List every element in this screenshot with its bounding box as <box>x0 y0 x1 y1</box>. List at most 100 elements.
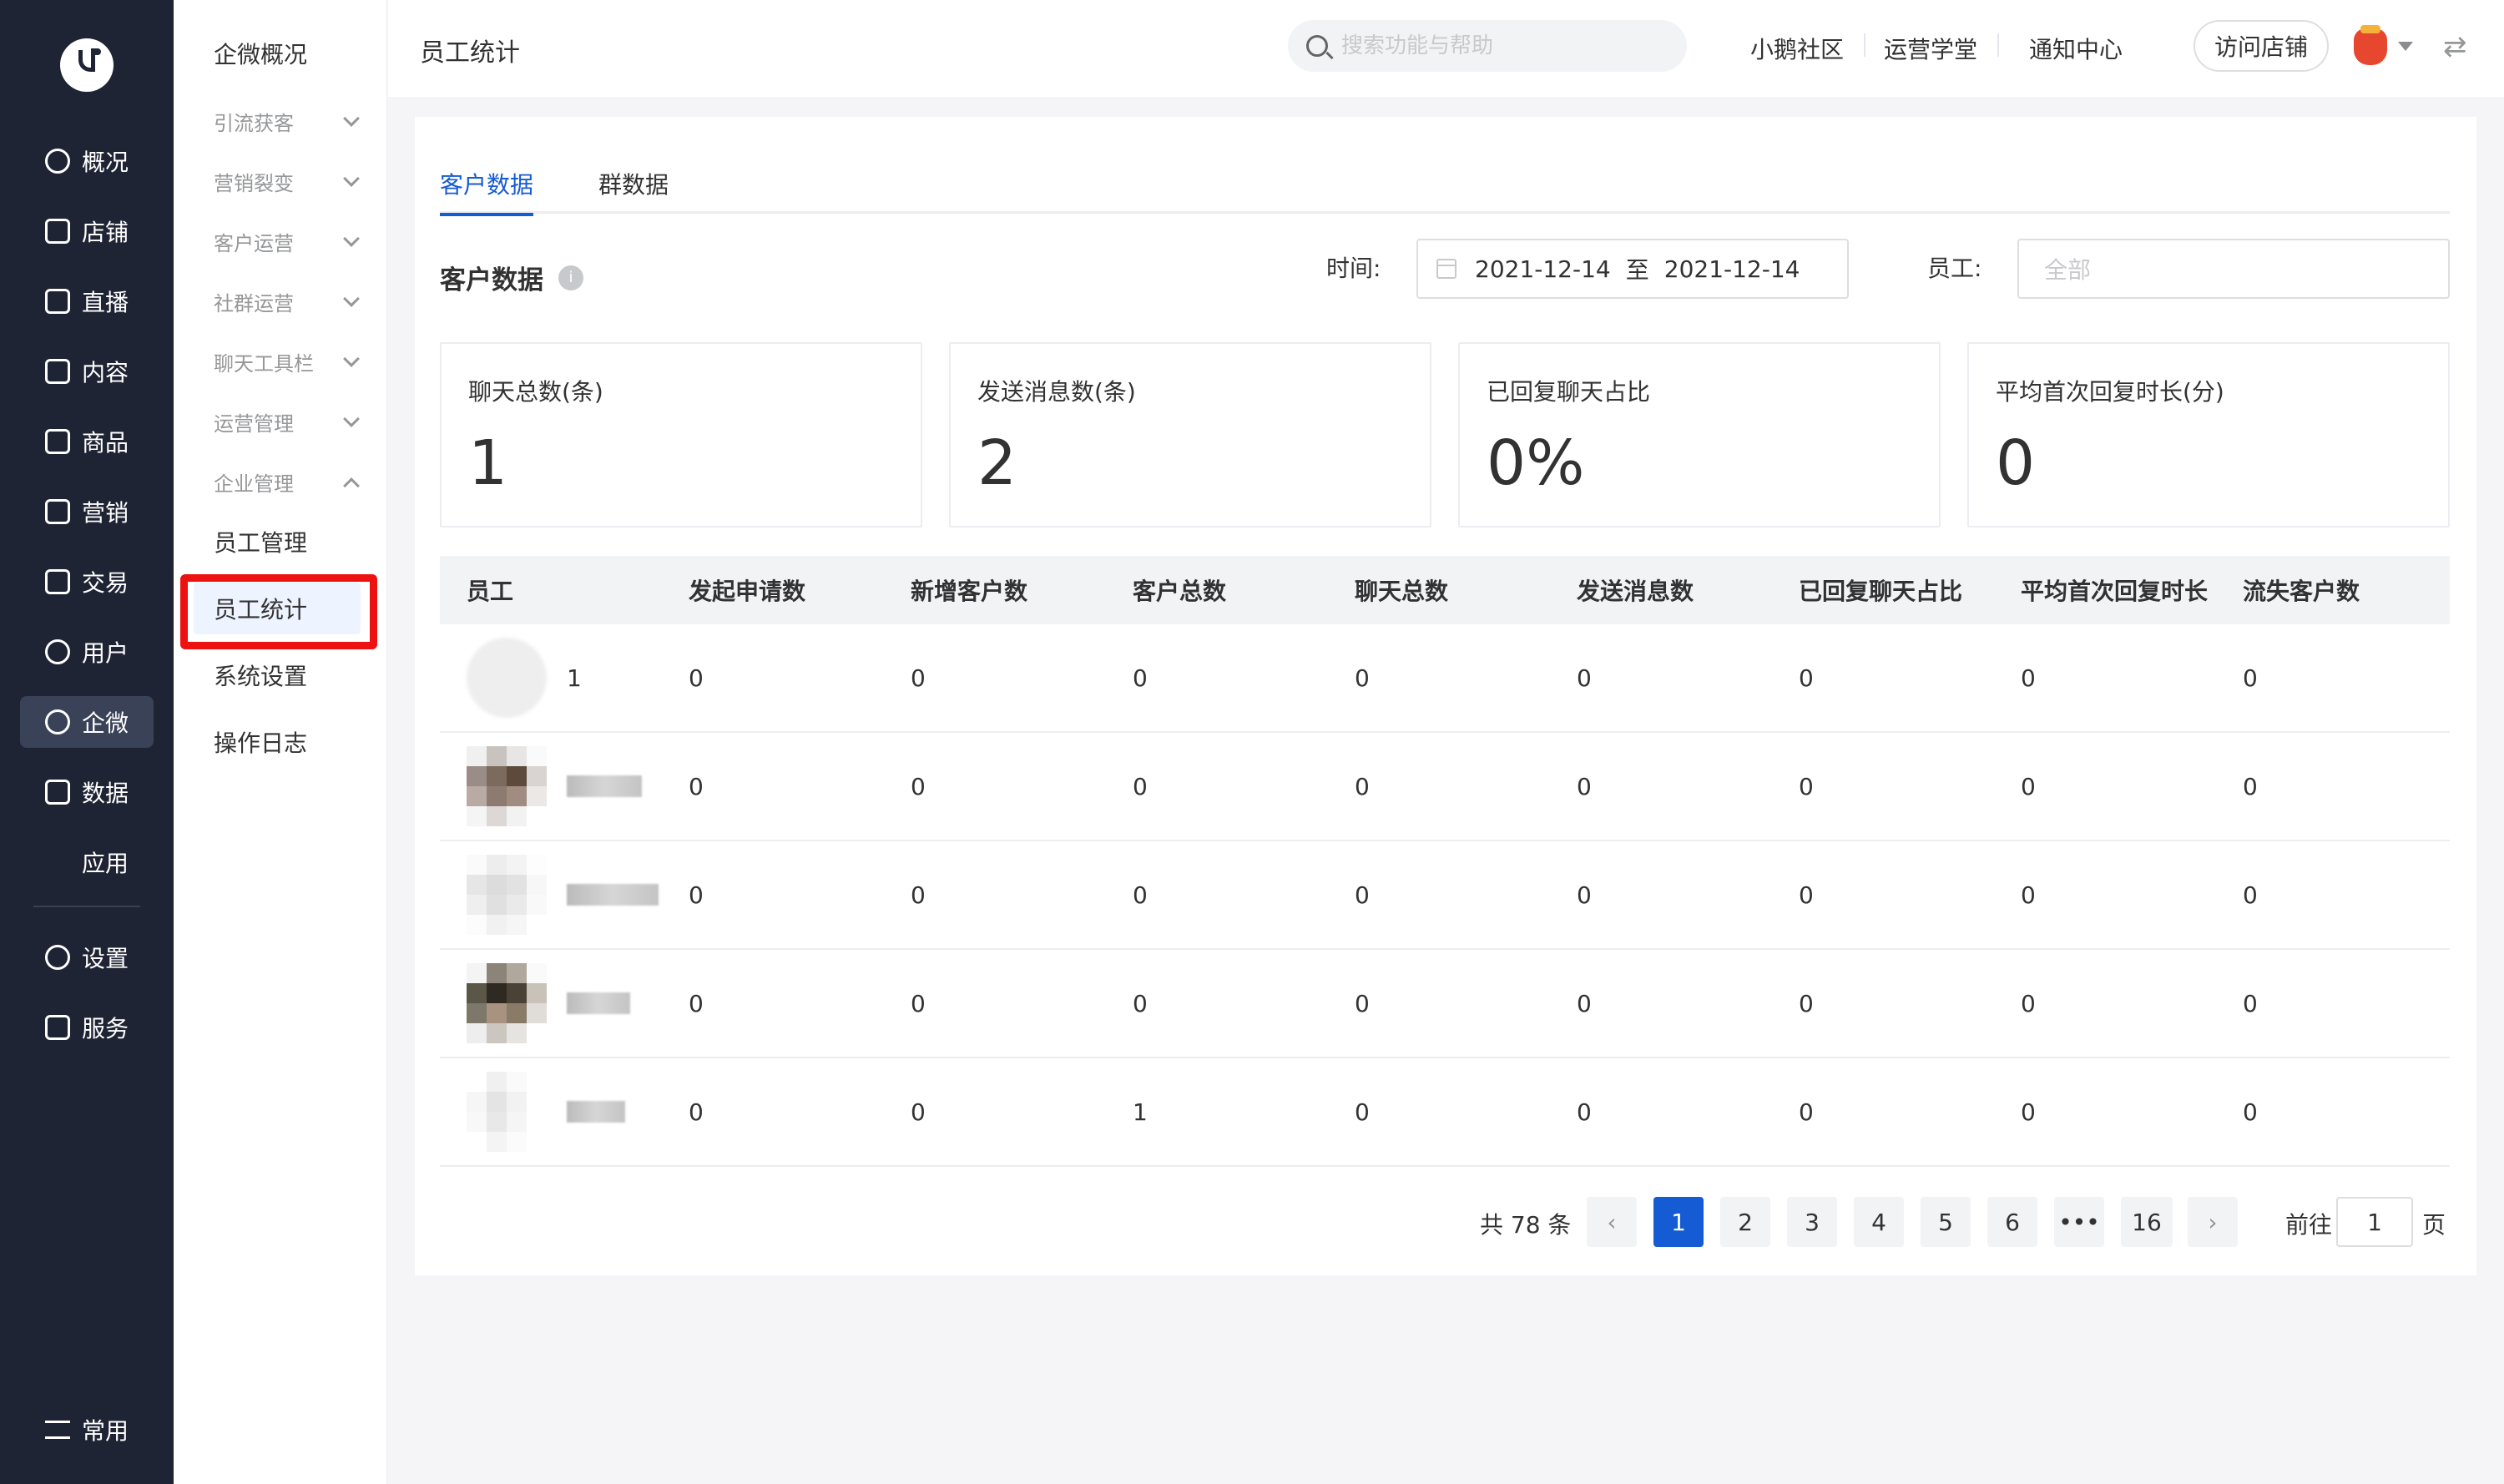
rail-item-store[interactable]: 店铺 <box>20 205 154 257</box>
tab-customer-data[interactable]: 客户数据 <box>440 167 534 216</box>
rail-item-label: 设置 <box>82 945 129 972</box>
stat-label: 平均首次回复时长(分) <box>1996 378 2224 406</box>
rail-item-label: 店铺 <box>82 219 129 246</box>
rail-item-wecom[interactable]: 企微 <box>20 696 154 748</box>
next-page-button[interactable]: › <box>2188 1197 2238 1247</box>
column-header: 客户总数 <box>1133 578 1227 605</box>
total-count: 共 78 条 <box>1480 1211 1572 1239</box>
table-cell: 0 <box>911 772 926 800</box>
rail-item-settings[interactable]: 设置 <box>20 931 154 983</box>
submenu-group-label: 营销裂变 <box>214 172 294 195</box>
header-divider <box>1864 33 1865 57</box>
table-cell: 0 <box>1577 881 1592 909</box>
stat-value: 1 <box>468 427 508 499</box>
store-icon <box>45 219 70 244</box>
rail-item-label: 常用 <box>82 1417 129 1445</box>
table-cell: 0 <box>1799 664 1814 692</box>
goto-page-input[interactable] <box>2336 1197 2413 1247</box>
rail-item-label: 内容 <box>82 359 129 386</box>
search-input[interactable] <box>1341 33 1642 58</box>
submenu-overview[interactable]: 企微概况 <box>214 37 307 70</box>
caret-down-icon[interactable] <box>2398 42 2413 51</box>
link-notifications[interactable]: 通知中心 <box>2029 32 2123 65</box>
submenu-group-operations[interactable]: 运营管理 <box>214 407 364 437</box>
calendar-icon <box>1436 259 1456 279</box>
submenu-group-chat-toolbar[interactable]: 聊天工具栏 <box>214 347 364 376</box>
stat-card-reply-ratio: 已回复聊天占比 0% <box>1458 342 1941 527</box>
table-cell: 0 <box>1577 772 1592 800</box>
page-button[interactable]: 6 <box>1987 1197 2037 1247</box>
visit-store-button[interactable]: 访问店铺 <box>2194 20 2329 72</box>
table-cell: 0 <box>689 989 704 1017</box>
submenu-group-fission[interactable]: 营销裂变 <box>214 167 364 196</box>
list-menu-icon <box>45 1421 70 1439</box>
rail-item-favorites[interactable]: 常用 <box>20 1404 154 1456</box>
submenu-group-traffic[interactable]: 引流获客 <box>214 107 364 136</box>
goto-label: 前往 <box>2285 1211 2333 1239</box>
employee-select[interactable]: 全部 <box>2017 239 2450 299</box>
prev-page-button[interactable]: ‹ <box>1587 1197 1637 1247</box>
page-button[interactable]: 4 <box>1854 1197 1904 1247</box>
tab-group-data[interactable]: 群数据 <box>598 167 669 214</box>
rail-item-trade[interactable]: 交易 <box>20 556 154 608</box>
table-cell: 0 <box>911 1098 926 1126</box>
table-row: 1 0 0 0 0 0 0 0 0 <box>440 624 2450 733</box>
date-range-separator: 至 <box>1625 256 1649 284</box>
page-button[interactable]: 2 <box>1720 1197 1770 1247</box>
rail-item-overview[interactable]: 概况 <box>20 135 154 187</box>
submenu-item-employee-management[interactable]: 员工管理 <box>194 516 361 568</box>
rail-item-service[interactable]: 服务 <box>20 1002 154 1053</box>
table-cell: 0 <box>1133 881 1148 909</box>
table-cell: 0 <box>1577 664 1592 692</box>
app-logo[interactable] <box>60 38 114 92</box>
rail-item-label: 交易 <box>82 569 129 597</box>
search-bar[interactable] <box>1288 20 1687 72</box>
column-header: 已回复聊天占比 <box>1799 578 1963 605</box>
service-hand-icon <box>45 1015 70 1040</box>
stat-label: 聊天总数(条) <box>468 378 603 406</box>
date-end: 2021-12-14 <box>1663 255 1800 283</box>
table-cell: 0 <box>2243 772 2258 800</box>
table-cell: 0 <box>2021 772 2036 800</box>
table-cell: 0 <box>1799 1098 1814 1126</box>
submenu-group-enterprise[interactable]: 企业管理 <box>214 467 364 497</box>
rail-item-apps[interactable]: 应用 <box>20 836 154 888</box>
submenu-group-customer-ops[interactable]: 客户运营 <box>214 227 364 256</box>
submenu-group-label: 客户运营 <box>214 232 294 255</box>
more-pages-button[interactable]: ••• <box>2054 1197 2104 1247</box>
table-cell: 0 <box>2243 881 2258 909</box>
submenu-group-community[interactable]: 社群运营 <box>214 287 364 316</box>
table-cell: 0 <box>1799 989 1814 1017</box>
chevron-down-icon <box>343 350 360 367</box>
page-button[interactable]: 16 <box>2121 1197 2173 1247</box>
product-box-icon <box>45 429 70 454</box>
link-community[interactable]: 小鹅社区 <box>1750 32 1844 65</box>
page-button[interactable]: 3 <box>1787 1197 1837 1247</box>
rail-item-marketing[interactable]: 营销 <box>20 486 154 538</box>
pie-chart-icon <box>45 149 70 174</box>
rail-item-content[interactable]: 内容 <box>20 346 154 397</box>
rail-item-live[interactable]: 直播 <box>20 275 154 327</box>
column-header: 员工 <box>467 578 514 605</box>
document-icon <box>45 359 70 384</box>
rail-item-users[interactable]: 用户 <box>20 626 154 678</box>
megaphone-icon <box>45 499 70 524</box>
chevron-up-icon <box>343 477 360 494</box>
page-button[interactable]: 5 <box>1921 1197 1971 1247</box>
submenu-item-operation-log[interactable]: 操作日志 <box>194 716 361 768</box>
switch-arrows-icon[interactable]: ⇄ <box>2443 30 2467 63</box>
info-icon[interactable]: i <box>558 265 583 290</box>
rail-item-data[interactable]: 数据 <box>20 766 154 818</box>
submenu-item-system-settings[interactable]: 系统设置 <box>194 649 361 701</box>
chart-icon <box>45 780 70 805</box>
column-header: 发送消息数 <box>1577 578 1694 605</box>
account-avatar[interactable] <box>2354 25 2387 65</box>
table-cell: 0 <box>2243 1098 2258 1126</box>
date-range-picker[interactable]: 2021-12-14 至 2021-12-14 <box>1416 239 1849 299</box>
column-header: 发起申请数 <box>689 578 806 605</box>
link-academy[interactable]: 运营学堂 <box>1884 32 1977 65</box>
rail-item-products[interactable]: 商品 <box>20 416 154 467</box>
stat-card-avg-first-reply: 平均首次回复时长(分) 0 <box>1967 342 2450 527</box>
page-button[interactable]: 1 <box>1653 1197 1704 1247</box>
submenu-group-label: 引流获客 <box>214 112 294 135</box>
